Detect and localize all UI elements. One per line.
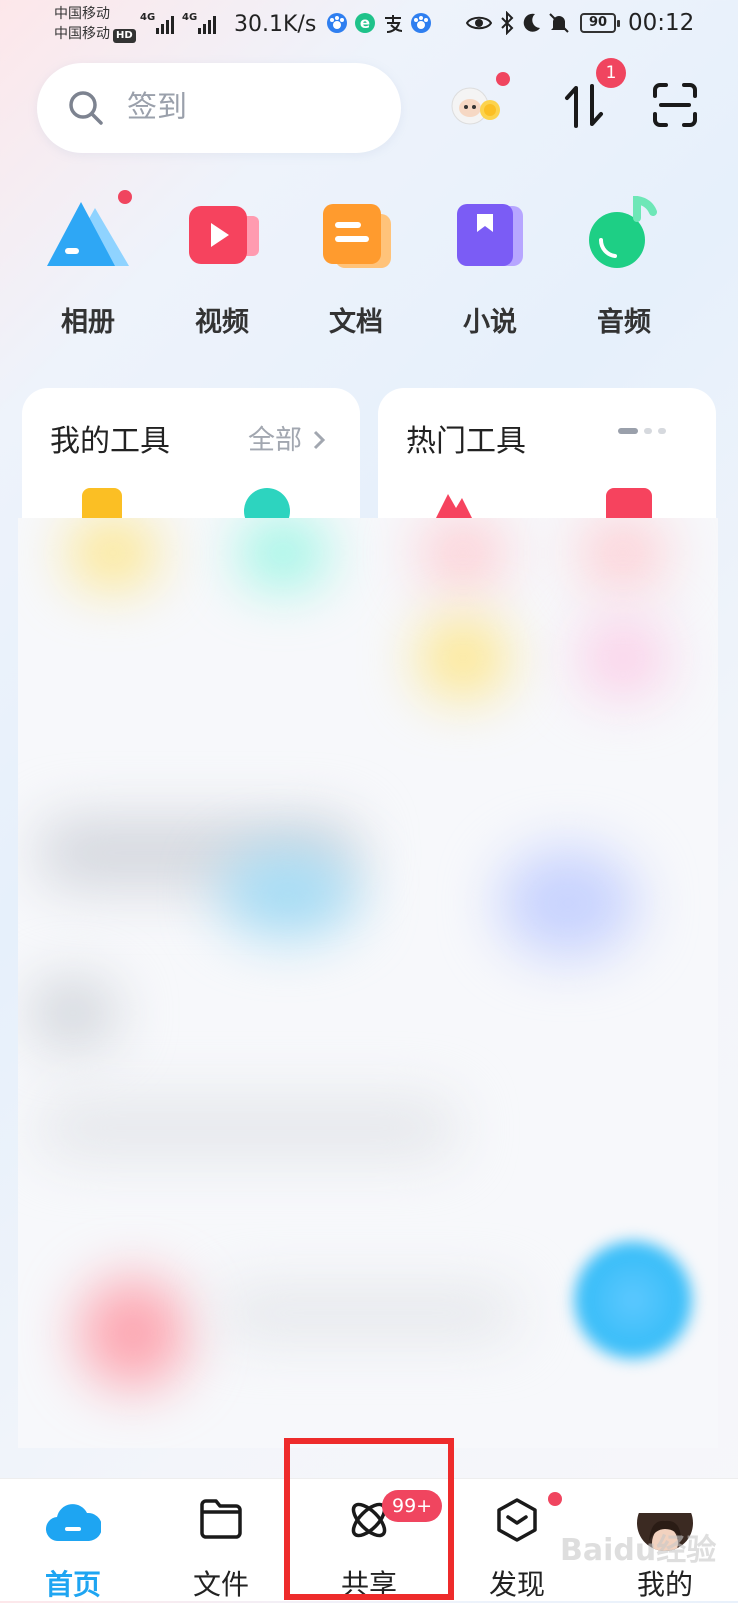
hd-badge: HD	[113, 29, 136, 43]
moon-icon	[518, 10, 544, 36]
my-tools-card: 我的工具 全部	[22, 388, 360, 534]
signal-bars-2-icon	[198, 12, 216, 34]
category-album[interactable]: 相册	[38, 196, 138, 346]
scan-icon	[653, 83, 697, 127]
video-icon	[189, 206, 259, 264]
scan-button[interactable]	[652, 82, 698, 128]
highlight-box	[284, 1438, 454, 1600]
cloud-icon	[46, 1504, 101, 1542]
nav-discover-label: 发现	[488, 1568, 545, 1601]
my-tools-all-label: 全部	[248, 425, 302, 456]
battery-indicator: 90	[580, 13, 620, 33]
watermark: Baidu经验	[560, 1533, 717, 1568]
document-icon	[323, 204, 391, 268]
category-document-label: 文档	[329, 307, 383, 338]
transfer-badge: 1	[596, 58, 626, 88]
search-icon	[69, 91, 103, 125]
bluetooth-icon	[494, 10, 520, 36]
network-type-1: 4G	[140, 12, 156, 23]
nav-home[interactable]: 首页	[18, 1479, 128, 1601]
discover-cube-icon	[497, 1498, 537, 1542]
floating-action-button[interactable]	[568, 1235, 698, 1365]
nav-files[interactable]: 文件	[166, 1479, 276, 1601]
category-album-label: 相册	[61, 307, 115, 338]
search-bar[interactable]: 签到	[37, 63, 401, 153]
mascot-notification-dot	[496, 72, 510, 86]
browser-e-icon: e	[352, 10, 378, 36]
folder-icon	[200, 1499, 242, 1539]
nav-home-label: 首页	[44, 1568, 101, 1601]
album-icon	[47, 202, 129, 266]
category-audio-label: 音频	[597, 307, 651, 338]
svg-text:e: e	[360, 14, 370, 32]
hot-tool-icon-1[interactable]	[434, 488, 474, 518]
category-video-label: 视频	[195, 307, 249, 338]
chevron-right-icon	[313, 430, 325, 450]
nav-me-label: 我的	[636, 1568, 693, 1601]
audio-icon	[589, 196, 657, 268]
network-type-2: 4G	[182, 12, 198, 23]
network-speed: 30.1K/s	[234, 12, 317, 37]
carrier-info: 中国移动 中国移动 HD	[54, 4, 136, 44]
eye-icon	[466, 10, 492, 36]
hot-tools-title: 热门工具	[406, 424, 526, 459]
transfer-arrows-icon	[565, 84, 603, 128]
carousel-indicator	[618, 428, 666, 434]
carrier-2: 中国移动	[54, 26, 110, 42]
category-video[interactable]: 视频	[172, 196, 272, 346]
hot-tools-card: 热门工具	[378, 388, 716, 528]
baidu-paw-icon	[408, 10, 434, 36]
discover-notification-dot	[548, 1492, 562, 1506]
category-document[interactable]: 文档	[306, 196, 406, 346]
carrier-1: 中国移动	[54, 6, 110, 22]
transfer-button[interactable]	[560, 80, 610, 130]
category-audio[interactable]: 音频	[574, 196, 674, 346]
nav-files-label: 文件	[192, 1568, 249, 1601]
mascot-icon[interactable]	[448, 82, 504, 132]
my-tools-title: 我的工具	[50, 424, 170, 459]
signal-bars-1-icon	[156, 12, 174, 34]
alipay-icon	[380, 10, 406, 36]
search-placeholder: 签到	[127, 90, 187, 125]
category-novel[interactable]: 小说	[440, 196, 540, 346]
novel-icon	[457, 204, 523, 266]
clock: 00:12	[628, 10, 695, 36]
category-novel-label: 小说	[463, 307, 517, 338]
bell-muted-icon	[546, 10, 572, 36]
status-bar: 中国移动 中国移动 HD 4G 4G 30.1K/s e 90 00:12	[0, 0, 738, 50]
album-notification-dot	[118, 190, 132, 204]
baidu-paw-icon	[324, 10, 350, 36]
my-tools-all-link[interactable]: 全部	[248, 418, 327, 457]
